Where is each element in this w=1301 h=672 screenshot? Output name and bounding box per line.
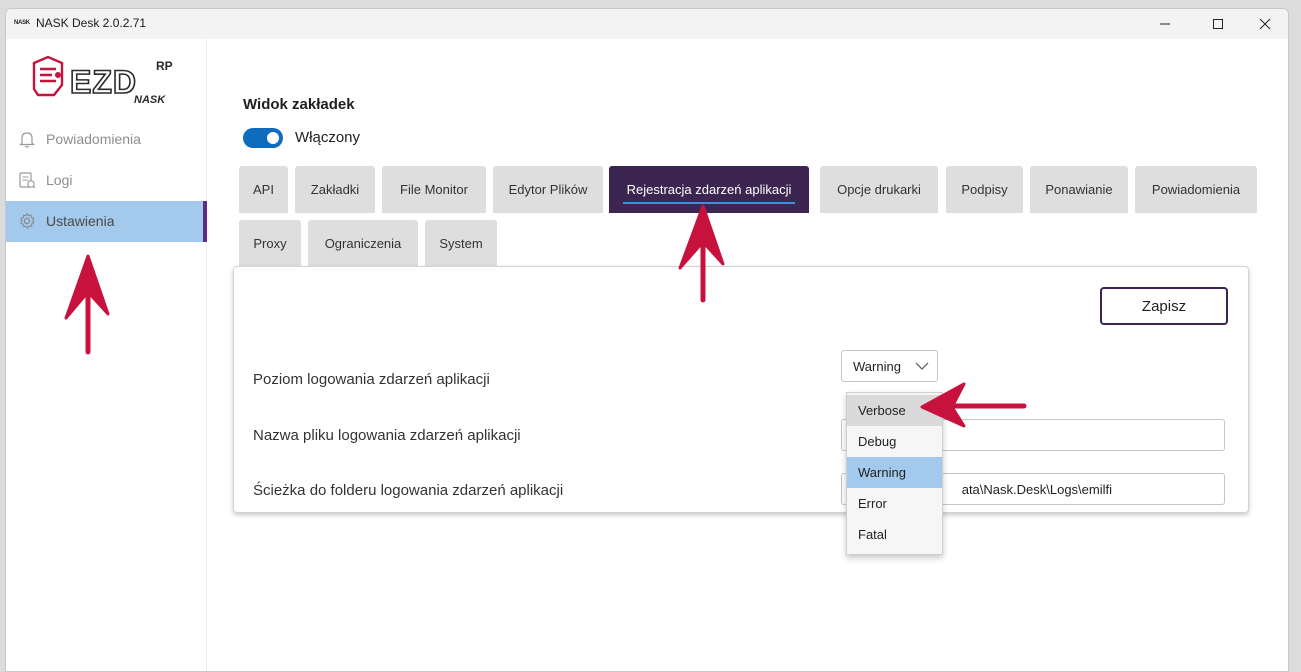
- option-label: Warning: [858, 465, 906, 480]
- toggle-knob: [267, 132, 279, 144]
- log-level-label: Poziom logowania zdarzeń aplikacji: [253, 371, 490, 388]
- option-debug[interactable]: Debug: [847, 426, 942, 457]
- close-icon: [1259, 18, 1271, 30]
- tab-ograniczenia[interactable]: Ograniczenia: [308, 220, 418, 267]
- option-warning[interactable]: Warning: [847, 457, 942, 488]
- gear-icon: [20, 212, 35, 229]
- log-level-select[interactable]: Warning: [841, 350, 938, 382]
- option-error[interactable]: Error: [847, 488, 942, 519]
- sidebar-item-label: Powiadomienia: [46, 131, 141, 147]
- ezd-rp-logo: EZD RP NASK: [30, 55, 190, 109]
- settings-panel: Zapisz Poziom logowania zdarzeń aplikacj…: [233, 266, 1249, 513]
- chevron-down-icon: [915, 362, 929, 370]
- tab-api[interactable]: API: [239, 166, 288, 213]
- sidebar-item-logi[interactable]: Logi: [6, 160, 206, 201]
- svg-text:EZD: EZD: [70, 64, 137, 100]
- tab-zakladki[interactable]: Zakładki: [295, 166, 375, 213]
- option-label: Fatal: [858, 527, 887, 542]
- logs-icon: [19, 172, 36, 189]
- tab-podpisy[interactable]: Podpisy: [946, 166, 1023, 213]
- tab-edytor-plikow[interactable]: Edytor Plików: [493, 166, 603, 213]
- close-button[interactable]: [1242, 9, 1288, 39]
- app-icon: NASK: [14, 20, 30, 26]
- option-verbose[interactable]: Verbose: [847, 395, 942, 426]
- log-folder-value: ata\Nask.Desk\Logs\emilfi: [961, 482, 1112, 497]
- tab-opcje-drukarki[interactable]: Opcje drukarki: [820, 166, 938, 213]
- sidebar-item-label: Ustawienia: [46, 213, 115, 229]
- tab-powiadomienia[interactable]: Powiadomienia: [1135, 166, 1257, 213]
- title-bar: NASK NASK Desk 2.0.2.71: [6, 9, 1288, 39]
- log-level-dropdown: Verbose Debug Warning Error Fatal: [846, 392, 943, 555]
- sidebar: EZD RP NASK Powiadomienia Logi Ustawieni…: [6, 39, 207, 671]
- maximize-button[interactable]: [1195, 9, 1241, 39]
- svg-text:NASK: NASK: [134, 94, 166, 106]
- active-indicator: [203, 201, 207, 242]
- minimize-button[interactable]: [1142, 9, 1188, 39]
- bell-icon: [19, 132, 35, 148]
- tab-system[interactable]: System: [425, 220, 497, 267]
- log-folder-label: Ścieżka do folderu logowania zdarzeń apl…: [253, 482, 564, 499]
- save-button[interactable]: Zapisz: [1100, 287, 1228, 325]
- option-label: Verbose: [858, 403, 906, 418]
- minimize-icon: [1160, 23, 1170, 25]
- tabs-view-toggle[interactable]: [243, 128, 283, 148]
- tab-ponawianie[interactable]: Ponawianie: [1030, 166, 1128, 213]
- toggle-label: Włączony: [295, 129, 361, 146]
- sidebar-item-ustawienia[interactable]: Ustawienia: [6, 201, 207, 242]
- window-title: NASK Desk 2.0.2.71: [36, 16, 147, 30]
- option-label: Error: [858, 496, 887, 511]
- tab-rejestracja-zdarzen[interactable]: Rejestracja zdarzeń aplikacji: [609, 166, 809, 213]
- sidebar-item-label: Logi: [46, 172, 73, 188]
- section-title: Widok zakładek: [243, 96, 355, 113]
- tab-file-monitor[interactable]: File Monitor: [382, 166, 486, 213]
- log-filename-label: Nazwa pliku logowania zdarzeń aplikacji: [253, 427, 521, 444]
- maximize-icon: [1213, 19, 1223, 29]
- tab-label: Rejestracja zdarzeń aplikacji: [626, 182, 792, 197]
- log-level-value: Warning: [853, 359, 901, 374]
- active-tab-underline: [623, 202, 795, 204]
- sidebar-item-powiadomienia[interactable]: Powiadomienia: [6, 119, 206, 160]
- option-fatal[interactable]: Fatal: [847, 519, 942, 550]
- option-label: Debug: [858, 434, 897, 449]
- tab-proxy[interactable]: Proxy: [239, 220, 301, 267]
- svg-text:RP: RP: [156, 59, 173, 73]
